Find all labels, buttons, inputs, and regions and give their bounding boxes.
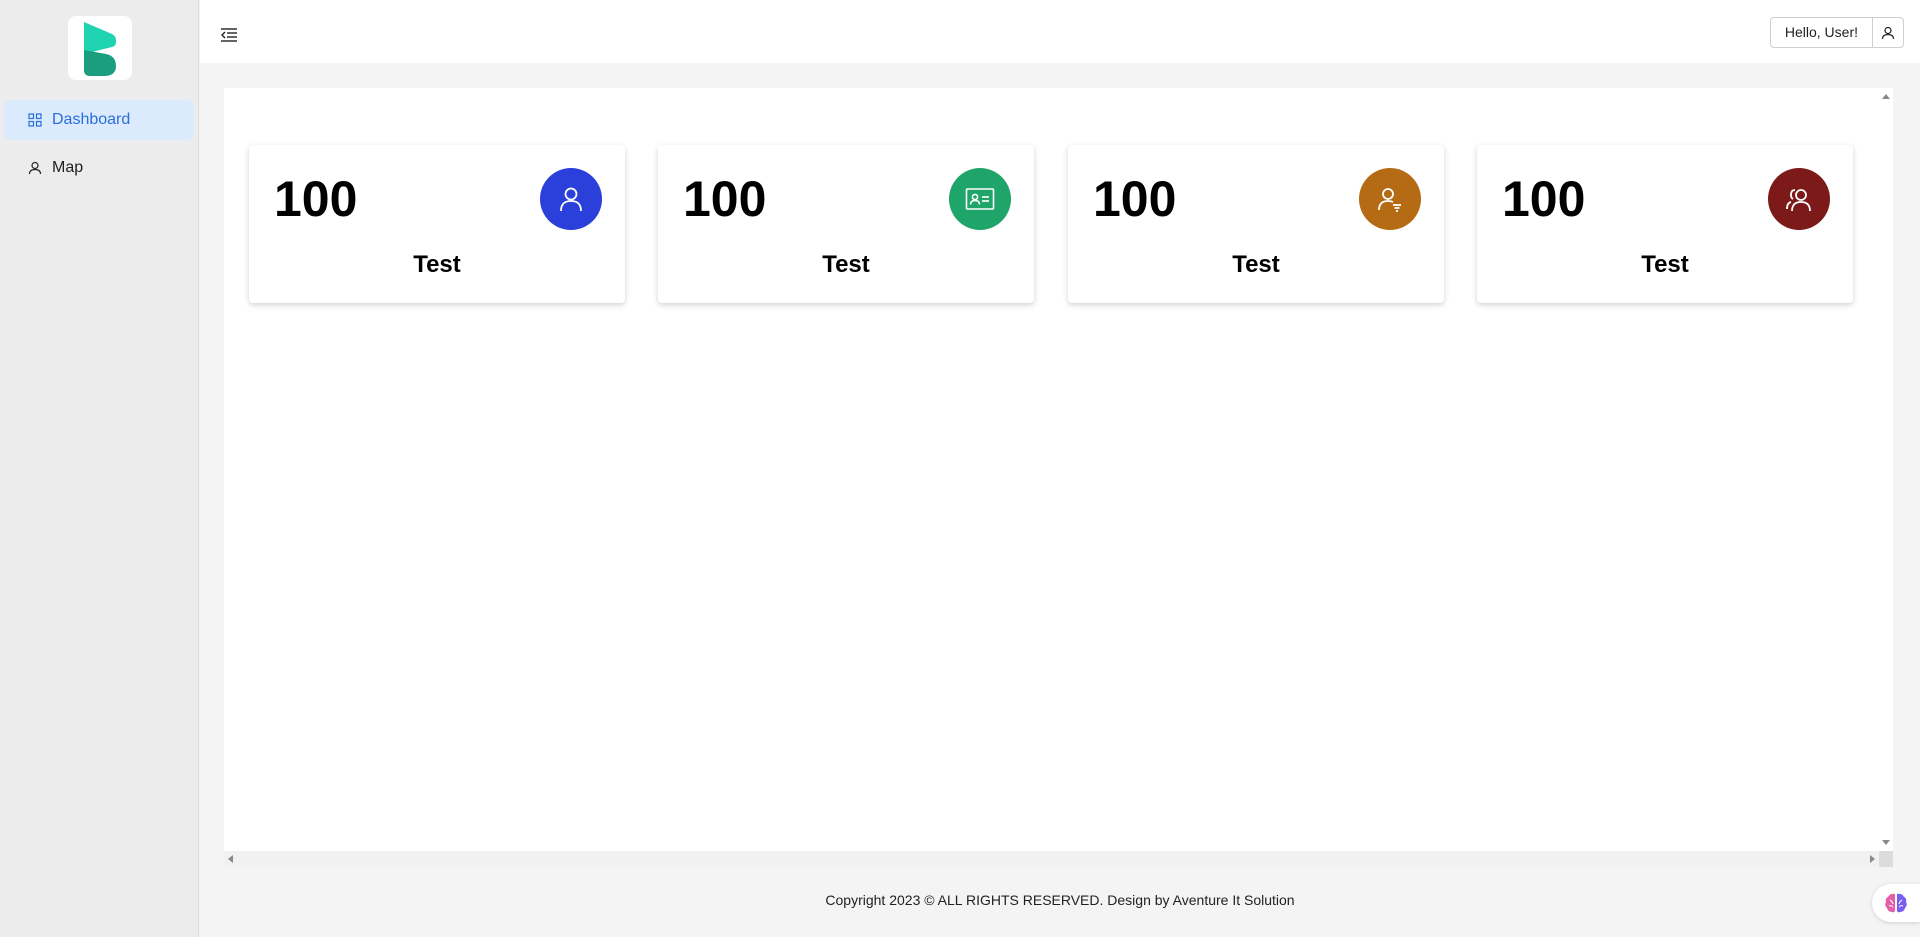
stat-card: 100 Test [1477, 145, 1853, 303]
logo-icon [84, 22, 116, 76]
stat-value: 100 [1093, 171, 1177, 227]
stat-card: 100 Test [1068, 145, 1444, 303]
stat-value: 100 [683, 171, 767, 227]
sidebar-item-map[interactable]: Map [4, 148, 194, 188]
users-icon [1768, 168, 1830, 230]
sidebar-item-label: Dashboard [52, 111, 131, 128]
main-content: 100 Test 100 Test 100 Test 100 Test [224, 88, 1879, 851]
stat-value: 100 [1502, 171, 1586, 227]
sidebar: Dashboard Map [0, 0, 199, 937]
horizontal-scrollbar[interactable] [224, 851, 1879, 867]
vertical-scrollbar[interactable] [1879, 88, 1893, 851]
stat-label: Test [1641, 251, 1689, 278]
menu-collapse-icon[interactable] [220, 27, 238, 43]
footer-copyright: Copyright 2023 © ALL RIGHTS RESERVED. De… [825, 892, 1295, 908]
brand-logo[interactable] [68, 16, 132, 80]
brain-icon [1885, 893, 1907, 913]
sidebar-item-label: Map [52, 159, 84, 176]
stat-label: Test [1232, 251, 1280, 278]
stat-label: Test [822, 251, 870, 278]
grid-icon [28, 113, 42, 127]
scroll-right-icon[interactable] [1870, 855, 1875, 863]
id-card-icon [949, 168, 1011, 230]
user-greeting[interactable]: Hello, User! [1771, 18, 1873, 47]
user-icon [540, 168, 602, 230]
top-bar: Hello, User! [200, 0, 1920, 63]
stat-card: 100 Test [658, 145, 1034, 303]
user-icon [28, 161, 42, 175]
sidebar-item-dashboard[interactable]: Dashboard [4, 100, 194, 140]
stat-card: 100 Test [249, 145, 625, 303]
user-filter-icon [1359, 168, 1421, 230]
user-icon[interactable] [1873, 18, 1903, 47]
scroll-up-icon[interactable] [1882, 94, 1890, 99]
stat-label: Test [413, 251, 461, 278]
stat-value: 100 [274, 171, 358, 227]
user-menu[interactable]: Hello, User! [1769, 17, 1904, 48]
scroll-left-icon[interactable] [228, 855, 233, 863]
scrollbar-corner [1879, 851, 1893, 867]
scroll-down-icon[interactable] [1882, 840, 1890, 845]
assistant-button[interactable] [1872, 884, 1920, 922]
